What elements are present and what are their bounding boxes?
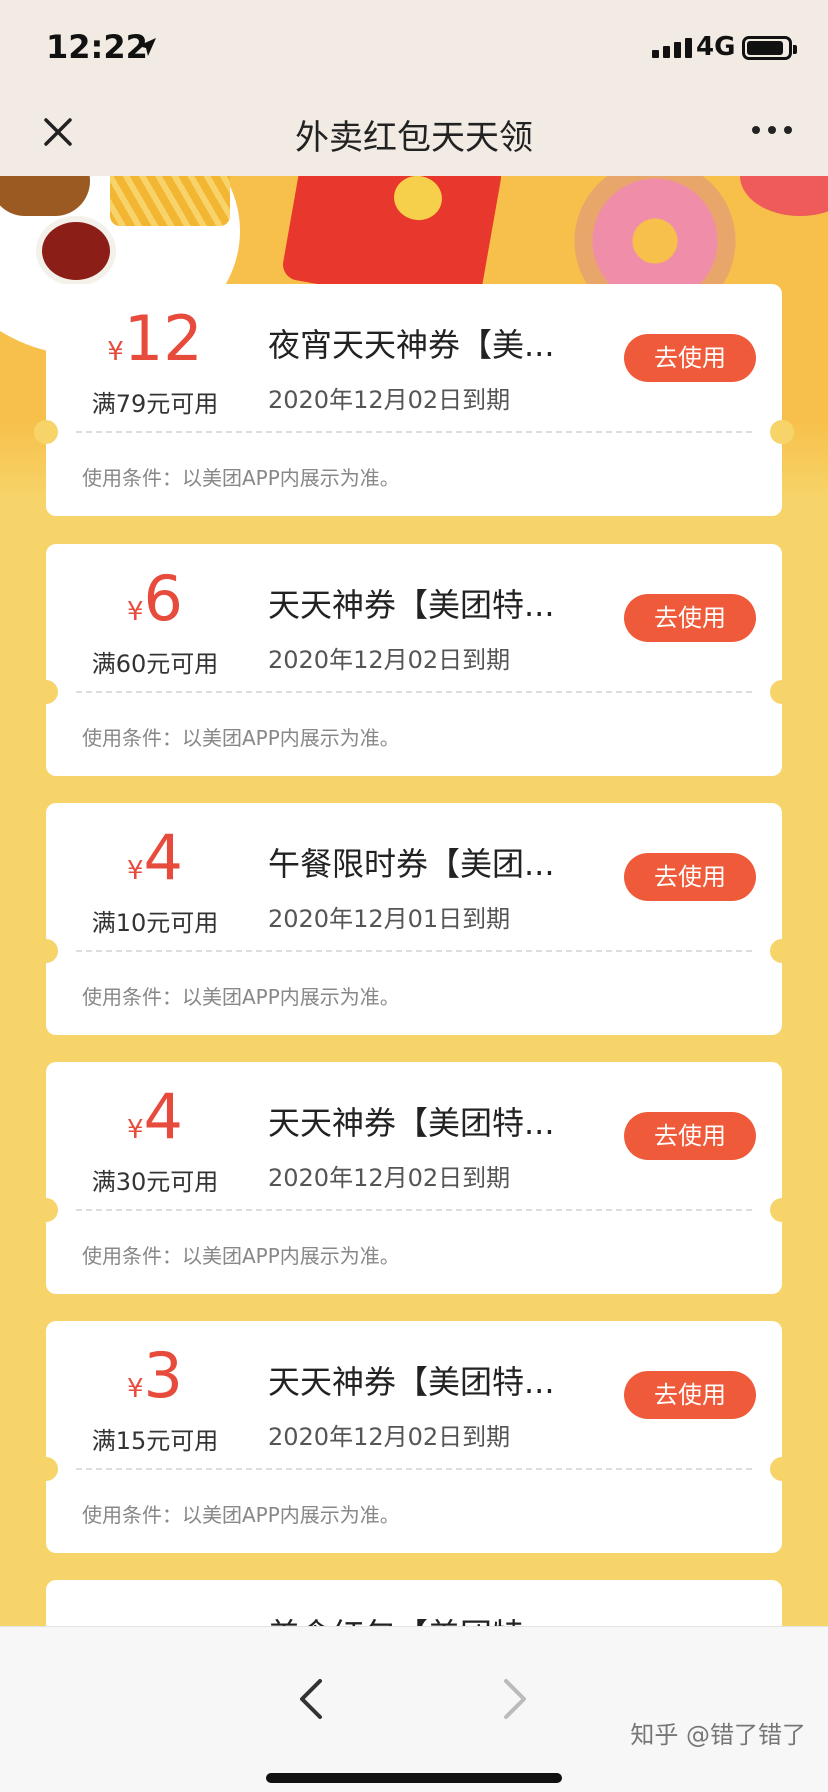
ticket-notch <box>34 420 58 444</box>
coupon-min-spend: 满79元可用 <box>91 390 219 418</box>
divider <box>76 950 752 952</box>
coupon-expiry: 2020年12月01日到期 <box>268 905 511 933</box>
coupon-card[interactable]: ¥4 满10元可用 午餐限时券【美团... 2020年12月01日到期 去使用 … <box>34 803 794 1035</box>
divider <box>76 431 752 433</box>
ticket-notch <box>770 939 794 963</box>
coupon-amount: ¥12 <box>107 302 203 375</box>
status-bar: 12:22 4G <box>0 0 828 92</box>
coupon-amount: ¥4 <box>127 1080 183 1153</box>
coupon-expiry: 2020年12月02日到期 <box>268 1423 511 1451</box>
sauce-illustration <box>36 216 116 286</box>
coupon-title: 天天神券【美团特... <box>268 1104 555 1142</box>
fries-illustration <box>110 176 230 226</box>
coupon-condition: 使用条件：以美团APP内展示为准。 <box>82 985 400 1009</box>
status-time: 12:22 <box>46 28 148 66</box>
coupon-card[interactable]: ¥4 满30元可用 天天神券【美团特... 2020年12月02日到期 去使用 … <box>34 1062 794 1294</box>
coupon-min-spend: 满60元可用 <box>91 650 219 678</box>
coupon-card[interactable]: ¥3 满15元可用 天天神券【美团特... 2020年12月02日到期 去使用 … <box>34 1321 794 1553</box>
divider <box>76 691 752 693</box>
coupon-expiry: 2020年12月02日到期 <box>268 386 511 414</box>
ticket-notch <box>34 680 58 704</box>
donut-illustration <box>740 176 828 216</box>
coupon-amount: ¥4 <box>127 821 183 894</box>
coupon-min-spend: 满30元可用 <box>91 1168 219 1196</box>
ticket-notch <box>770 1457 794 1481</box>
use-coupon-button[interactable]: 去使用 <box>624 594 756 642</box>
use-coupon-button[interactable]: 去使用 <box>624 334 756 382</box>
more-icon[interactable] <box>752 126 792 134</box>
coupon-condition: 使用条件：以美团APP内展示为准。 <box>82 726 400 750</box>
back-icon[interactable] <box>296 1677 326 1721</box>
use-coupon-button[interactable]: 去使用 <box>624 853 756 901</box>
coupon-card[interactable]: ¥12 满79元可用 夜宵天天神券【美... 2020年12月02日到期 去使用… <box>34 284 794 516</box>
divider <box>76 1209 752 1211</box>
coupon-title: 夜宵天天神券【美... <box>268 326 555 364</box>
coupon-card[interactable]: ¥6 满60元可用 天天神券【美团特... 2020年12月02日到期 去使用 … <box>34 544 794 776</box>
signal-icon <box>652 38 692 58</box>
home-indicator[interactable] <box>266 1773 562 1783</box>
use-coupon-button[interactable]: 去使用 <box>624 1112 756 1160</box>
divider <box>76 1468 752 1470</box>
ticket-notch <box>770 1198 794 1222</box>
coupon-title: 天天神券【美团特... <box>268 586 555 624</box>
coupon-min-spend: 满10元可用 <box>91 909 219 937</box>
page-title: 外卖红包天天领 <box>295 118 533 158</box>
coupon-title: 午餐限时券【美团... <box>268 845 555 883</box>
watermark: 知乎 @错了错了 <box>630 1721 806 1749</box>
coupon-expiry: 2020年12月02日到期 <box>268 646 511 674</box>
nav-bar: 外卖红包天天领 <box>0 92 828 176</box>
coupon-amount: ¥3 <box>127 1339 183 1412</box>
location-arrow-icon <box>138 38 156 56</box>
battery-icon <box>742 36 797 60</box>
use-coupon-button[interactable]: 去使用 <box>624 1371 756 1419</box>
coupon-condition: 使用条件：以美团APP内展示为准。 <box>82 466 400 490</box>
coupon-expiry: 2020年12月02日到期 <box>268 1164 511 1192</box>
ticket-notch <box>770 680 794 704</box>
coupon-min-spend: 满15元可用 <box>91 1427 219 1455</box>
coupon-title: 天天神券【美团特... <box>268 1363 555 1401</box>
browser-bottom-bar: 知乎 @错了错了 <box>0 1626 828 1792</box>
coupon-amount: ¥6 <box>127 562 183 635</box>
ticket-notch <box>34 939 58 963</box>
ticket-notch <box>34 1198 58 1222</box>
ticket-notch <box>770 420 794 444</box>
coupon-condition: 使用条件：以美团APP内展示为准。 <box>82 1244 400 1268</box>
coupon-condition: 使用条件：以美团APP内展示为准。 <box>82 1503 400 1527</box>
forward-icon[interactable] <box>500 1677 530 1721</box>
network-type: 4G <box>696 32 736 62</box>
ticket-notch <box>34 1457 58 1481</box>
